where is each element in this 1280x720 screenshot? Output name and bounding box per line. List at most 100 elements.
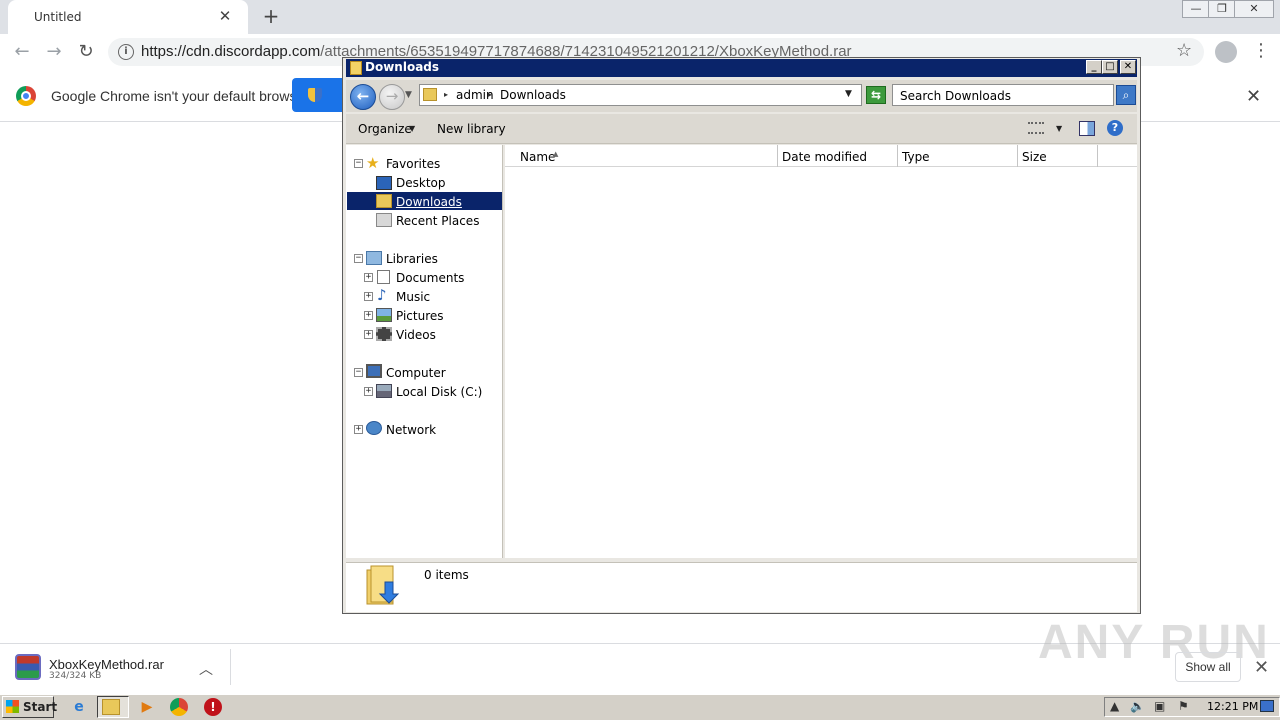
items-count: 0 items — [424, 568, 469, 582]
expand-icon[interactable]: + — [364, 311, 373, 320]
tree-item-documents[interactable]: Documents — [396, 271, 464, 285]
column-header-date-modified[interactable]: Date modified — [778, 145, 898, 167]
volume-icon[interactable]: 🔈 — [1130, 699, 1145, 713]
star-icon: ★ — [366, 154, 380, 172]
url-host: https://cdn.discordapp.com — [141, 43, 321, 60]
tree-item-local-disk[interactable]: Local Disk (C:) — [396, 385, 482, 399]
new-tab-button[interactable]: + — [260, 4, 282, 28]
explorer-minimize-button[interactable]: _ — [1086, 60, 1102, 74]
shelf-divider — [230, 649, 231, 685]
downloads-folder-large-icon — [366, 565, 400, 605]
change-view-icon[interactable] — [1028, 122, 1044, 134]
stop-security-icon[interactable]: ! — [204, 698, 222, 716]
explorer-close-button[interactable]: ✕ — [1120, 60, 1136, 74]
infobar-close-icon[interactable]: ✕ — [1246, 86, 1261, 107]
explorer-back-button[interactable]: ← — [350, 84, 376, 110]
network-icon — [366, 421, 382, 435]
clock[interactable]: 12:21 PM — [1207, 700, 1258, 713]
new-library-button[interactable]: New library — [437, 122, 506, 136]
close-window-button[interactable]: ✕ — [1234, 0, 1274, 18]
organize-dropdown-icon[interactable]: ▼ — [409, 124, 415, 133]
action-center-flag-icon[interactable]: ⚑ — [1178, 699, 1189, 713]
forward-arrow-icon[interactable]: → — [43, 41, 65, 63]
recent-places-icon — [376, 213, 392, 227]
collapse-icon[interactable]: − — [354, 159, 363, 168]
back-arrow-icon[interactable]: ← — [11, 41, 33, 63]
column-header-size[interactable]: Size — [1018, 145, 1098, 167]
show-desktop-icon[interactable] — [1260, 700, 1274, 712]
pictures-icon — [376, 308, 392, 322]
winrar-archive-icon — [15, 654, 41, 680]
tree-item-network[interactable]: Network — [386, 423, 436, 437]
column-header-type[interactable]: Type — [898, 145, 1018, 167]
recent-pages-dropdown-icon[interactable]: ▼ — [405, 90, 412, 100]
tab-title: Untitled — [34, 10, 82, 24]
explorer-maximize-button[interactable]: □ — [1102, 60, 1118, 74]
windows-logo-icon — [6, 700, 19, 713]
restore-button[interactable]: ❐ — [1208, 0, 1236, 18]
internet-explorer-icon[interactable]: e — [68, 697, 90, 717]
taskbar — [0, 694, 1280, 720]
start-label: Start — [23, 700, 58, 714]
file-list-pane[interactable] — [505, 145, 1137, 558]
breadcrumb-arrow-icon[interactable]: ▸ — [488, 90, 492, 99]
local-disk-icon — [376, 384, 392, 398]
expand-icon[interactable]: + — [364, 273, 373, 282]
expand-icon[interactable]: + — [364, 292, 373, 301]
explorer-title: Downloads — [365, 60, 440, 74]
reload-icon[interactable]: ↻ — [75, 41, 97, 63]
computer-icon — [366, 364, 382, 378]
uac-shield-icon — [308, 88, 322, 102]
tree-item-downloads[interactable]: Downloads — [396, 195, 462, 209]
tree-item-pictures[interactable]: Pictures — [396, 309, 444, 323]
chrome-logo-icon — [16, 86, 36, 106]
preview-pane-icon[interactable] — [1079, 121, 1095, 136]
profile-avatar[interactable] — [1215, 41, 1237, 63]
infobar-message: Google Chrome isn't your default browser — [51, 88, 309, 104]
download-file-size: 324/324 KB — [49, 671, 102, 681]
shelf-close-icon[interactable]: ✕ — [1254, 657, 1269, 678]
tree-item-music[interactable]: Music — [396, 290, 430, 304]
music-icon: ♪ — [377, 286, 387, 304]
breadcrumb-arrow-icon[interactable]: ▸ — [444, 90, 448, 99]
help-icon[interactable]: ? — [1107, 120, 1123, 136]
site-info-icon[interactable]: i — [118, 44, 134, 60]
tree-item-libraries[interactable]: Libraries — [386, 252, 438, 266]
bookmark-star-icon[interactable]: ☆ — [1176, 40, 1192, 61]
explorer-titlebar[interactable] — [346, 59, 1137, 77]
tab-close-icon[interactable]: ✕ — [216, 7, 234, 25]
view-options-dropdown-icon[interactable]: ▼ — [1056, 124, 1062, 133]
tree-item-favorites[interactable]: Favorites — [386, 157, 440, 171]
browser-menu-icon[interactable]: ⋮ — [1252, 40, 1270, 62]
show-all-button[interactable]: Show all — [1175, 652, 1241, 682]
documents-icon — [377, 270, 390, 284]
media-player-icon[interactable]: ▶ — [136, 697, 158, 717]
chevron-up-icon[interactable]: ︿ — [199, 659, 213, 679]
download-file-name[interactable]: XboxKeyMethod.rar — [49, 657, 164, 672]
show-hidden-icons-icon[interactable]: ▲ — [1110, 699, 1119, 713]
folder-icon — [350, 61, 362, 75]
collapse-icon[interactable]: − — [354, 254, 363, 263]
minimize-button[interactable]: — — [1182, 0, 1210, 18]
explorer-forward-button[interactable]: → — [379, 84, 405, 110]
videos-icon — [376, 327, 392, 341]
expand-icon[interactable]: + — [364, 330, 373, 339]
expand-icon[interactable]: + — [364, 387, 373, 396]
explorer-folder-icon — [102, 699, 120, 715]
network-tray-icon[interactable]: ▣ — [1154, 699, 1165, 713]
chrome-taskbar-icon[interactable] — [170, 698, 188, 716]
tree-item-computer[interactable]: Computer — [386, 366, 446, 380]
tree-item-desktop[interactable]: Desktop — [396, 176, 446, 190]
organize-button[interactable]: Organize — [358, 122, 412, 136]
refresh-icon[interactable]: ⇆ — [866, 86, 886, 104]
address-dropdown-icon[interactable]: ▼ — [845, 89, 852, 99]
breadcrumb-downloads[interactable]: Downloads — [500, 88, 566, 102]
tree-item-recent-places[interactable]: Recent Places — [396, 214, 479, 228]
explorer-search-input[interactable]: Search Downloads — [892, 84, 1114, 106]
tree-item-videos[interactable]: Videos — [396, 328, 436, 342]
expand-icon[interactable]: + — [354, 425, 363, 434]
search-icon[interactable]: ⌕ — [1116, 85, 1136, 105]
address-folder-icon — [423, 88, 437, 101]
libraries-icon — [366, 251, 382, 265]
collapse-icon[interactable]: − — [354, 368, 363, 377]
